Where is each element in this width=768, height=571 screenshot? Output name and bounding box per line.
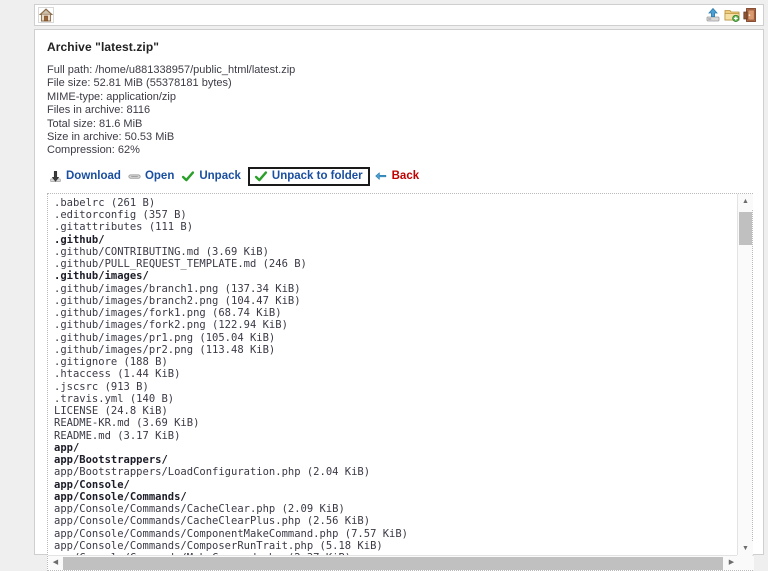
scroll-down-button[interactable]: ▼ xyxy=(738,540,753,556)
listing-row-file: .github/images/branch1.png (137.34 KiB) xyxy=(54,282,301,295)
vertical-scrollbar[interactable]: ▲ ▼ xyxy=(737,193,753,556)
listing-row-file: .github/PULL_REQUEST_TEMPLATE.md (246 B) xyxy=(54,258,307,271)
listing-row-file: .github/images/pr1.png (105.04 KiB) xyxy=(54,331,276,344)
listing-row-file: .github/images/pr2.png (113.48 KiB) xyxy=(54,343,276,356)
upload-icon[interactable] xyxy=(705,7,721,23)
listing-row-file: .travis.yml (140 B) xyxy=(54,392,175,405)
download-icon xyxy=(49,170,62,183)
listing-row-directory: app/Bootstrappers/ xyxy=(54,454,168,467)
open-icon xyxy=(128,170,141,183)
back-label: Back xyxy=(391,170,420,183)
meta-mime-type: MIME-type: application/zip xyxy=(47,90,176,103)
toolbar-left-group xyxy=(38,7,54,23)
listing-row-file: .gitattributes (111 B) xyxy=(54,221,194,234)
action-bar: Download Open Unpack Unpack to folder Ba… xyxy=(47,166,753,186)
listing-row-file: .jscsrc (913 B) xyxy=(54,380,149,393)
check-icon xyxy=(181,170,195,183)
archive-file-list[interactable]: .babelrc (261 B) .editorconfig (357 B) .gi… xyxy=(48,194,738,556)
top-toolbar xyxy=(34,4,764,26)
meta-file-size: File size: 52.81 MiB (55378181 bytes) xyxy=(47,77,232,90)
chevron-left-icon: ◀ xyxy=(52,559,59,567)
scroll-left-button[interactable]: ◀ xyxy=(48,555,63,570)
unpack-to-folder-label: Unpack to folder xyxy=(271,170,363,183)
listing-row-file: .editorconfig (357 B) xyxy=(54,209,187,222)
new-folder-icon[interactable] xyxy=(724,7,740,23)
meta-full-path: Full path: /home/u881338957/public_html/… xyxy=(47,64,296,76)
back-arrow-icon xyxy=(374,170,388,183)
listing-row-file: .babelrc (261 B) xyxy=(54,196,156,209)
meta-files-in-archive: Files in archive: 8116 xyxy=(47,104,151,117)
check-icon xyxy=(254,170,268,183)
unpack-to-folder-button[interactable]: Unpack to folder xyxy=(247,166,370,186)
scroll-up-button[interactable]: ▲ xyxy=(738,193,753,209)
toolbar-right-group xyxy=(705,7,759,23)
listing-row-file: .gitignore (188 B) xyxy=(54,356,168,369)
listing-row-directory: app/ xyxy=(54,441,80,454)
chevron-down-icon: ▼ xyxy=(742,544,749,552)
back-button[interactable]: Back xyxy=(372,169,425,184)
open-label: Open xyxy=(144,170,175,183)
listing-row-file: .htaccess (1.44 KiB) xyxy=(54,368,181,381)
listing-row-file: app/Console/Commands/ComposerRunTrait.ph… xyxy=(54,539,383,552)
archive-metadata: Full path: /home/u881338957/public_html/… xyxy=(47,64,753,158)
chevron-right-icon: ▶ xyxy=(728,559,735,567)
download-button[interactable]: Download xyxy=(47,169,126,184)
listing-row-file: .github/images/fork2.png (122.94 KiB) xyxy=(54,319,288,332)
listing-row-file: app/Console/Commands/ComponentMakeComman… xyxy=(54,527,409,540)
listing-row-file: LICENSE (24.8 KiB) xyxy=(54,405,168,418)
logout-icon[interactable] xyxy=(743,7,759,23)
listing-row-directory: app/Console/Commands/ xyxy=(54,490,187,503)
meta-size-in-archive: Size in archive: 50.53 MiB xyxy=(47,131,175,144)
unpack-button[interactable]: Unpack xyxy=(179,169,246,184)
home-icon[interactable] xyxy=(38,7,54,23)
meta-compression: Compression: 62% xyxy=(47,144,140,157)
page-title: Archive "latest.zip" xyxy=(47,40,160,54)
download-label: Download xyxy=(66,170,121,183)
listing-row-file: README-KR.md (3.69 KiB) xyxy=(54,417,200,430)
listing-row-directory: .github/images/ xyxy=(54,270,149,283)
unpack-label: Unpack xyxy=(199,170,241,183)
listing-row-file: .github/images/fork1.png (68.74 KiB) xyxy=(54,307,282,320)
horizontal-scrollbar[interactable]: ◀ ▶ xyxy=(48,554,754,570)
chevron-up-icon: ▲ xyxy=(742,197,749,205)
listing-row-directory: app/Console/ xyxy=(54,478,130,491)
listing-row-file: app/Console/Commands/CacheClear.php (2.0… xyxy=(54,503,345,516)
listing-row-file: app/Console/Commands/CacheClearPlus.php … xyxy=(54,515,371,528)
listing-row-file: .github/images/branch2.png (104.47 KiB) xyxy=(54,294,301,307)
scrollbar-corner xyxy=(737,554,752,570)
archive-panel: Archive "latest.zip" Full path: /home/u8… xyxy=(34,29,764,571)
open-button[interactable]: Open xyxy=(126,169,179,184)
listing-row-directory: .github/ xyxy=(54,233,105,246)
vertical-scroll-thumb[interactable] xyxy=(739,211,752,245)
archive-listing-container: .babelrc (261 B) .editorconfig (357 B) .gi… xyxy=(47,192,754,571)
listing-row-file: app/Bootstrappers/LoadConfiguration.php … xyxy=(54,466,371,479)
listing-row-file: README.md (3.17 KiB) xyxy=(54,429,181,442)
meta-total-size: Total size: 81.6 MiB xyxy=(47,117,143,130)
listing-row-file: .github/CONTRIBUTING.md (3.69 KiB) xyxy=(54,245,269,258)
